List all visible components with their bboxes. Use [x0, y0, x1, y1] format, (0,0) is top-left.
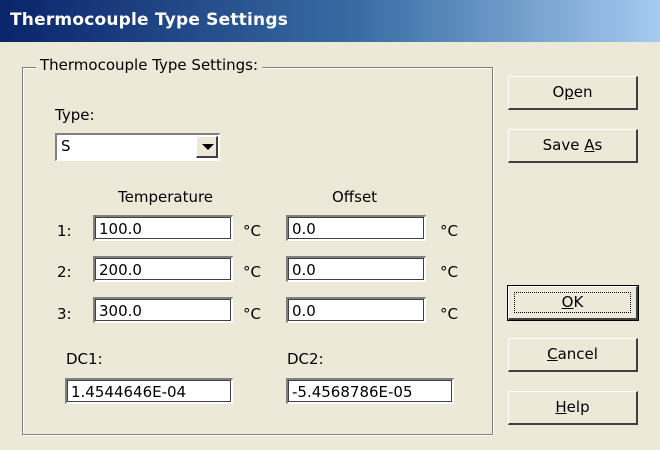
focus-rectangle: [514, 292, 631, 313]
save-as-button[interactable]: Save As: [508, 129, 638, 163]
offset-unit: °C: [440, 305, 458, 323]
open-button[interactable]: Open: [508, 76, 638, 110]
cancel-button[interactable]: Cancel: [508, 338, 638, 372]
title-bar[interactable]: Thermocouple Type Settings: [0, 0, 660, 42]
temperature-unit: °C: [243, 222, 261, 240]
dc1-label: DC1:: [66, 350, 103, 368]
row-index: 3:: [57, 305, 72, 323]
dc1-field[interactable]: 1.4544646E-04: [65, 378, 233, 404]
type-combobox[interactable]: S: [55, 133, 220, 161]
temperature-unit: °C: [243, 263, 261, 281]
window-title: Thermocouple Type Settings: [10, 10, 289, 30]
row-index: 1:: [57, 222, 72, 240]
temperature-unit: °C: [243, 305, 261, 323]
chevron-down-icon[interactable]: [196, 136, 218, 158]
temperature-header: Temperature: [118, 188, 214, 206]
dc2-field[interactable]: -5.4568786E-05: [286, 378, 454, 404]
offset-field-1[interactable]: 0.0: [286, 215, 426, 241]
type-label: Type:: [55, 106, 95, 124]
offset-unit: °C: [440, 222, 458, 240]
dc2-label: DC2:: [287, 350, 324, 368]
temperature-field-3[interactable]: 300.0: [93, 297, 233, 323]
temperature-field-2[interactable]: 200.0: [93, 256, 233, 282]
offset-field-3[interactable]: 0.0: [286, 297, 426, 323]
ok-button[interactable]: OK: [507, 285, 639, 321]
offset-header: Offset: [332, 188, 378, 206]
help-button[interactable]: Help: [508, 391, 638, 425]
offset-unit: °C: [440, 263, 458, 281]
type-value: S: [61, 137, 71, 155]
offset-field-2[interactable]: 0.0: [286, 256, 426, 282]
temperature-field-1[interactable]: 100.0: [93, 215, 233, 241]
row-index: 2:: [57, 263, 72, 281]
groupbox-legend: Thermocouple Type Settings:: [36, 56, 263, 74]
